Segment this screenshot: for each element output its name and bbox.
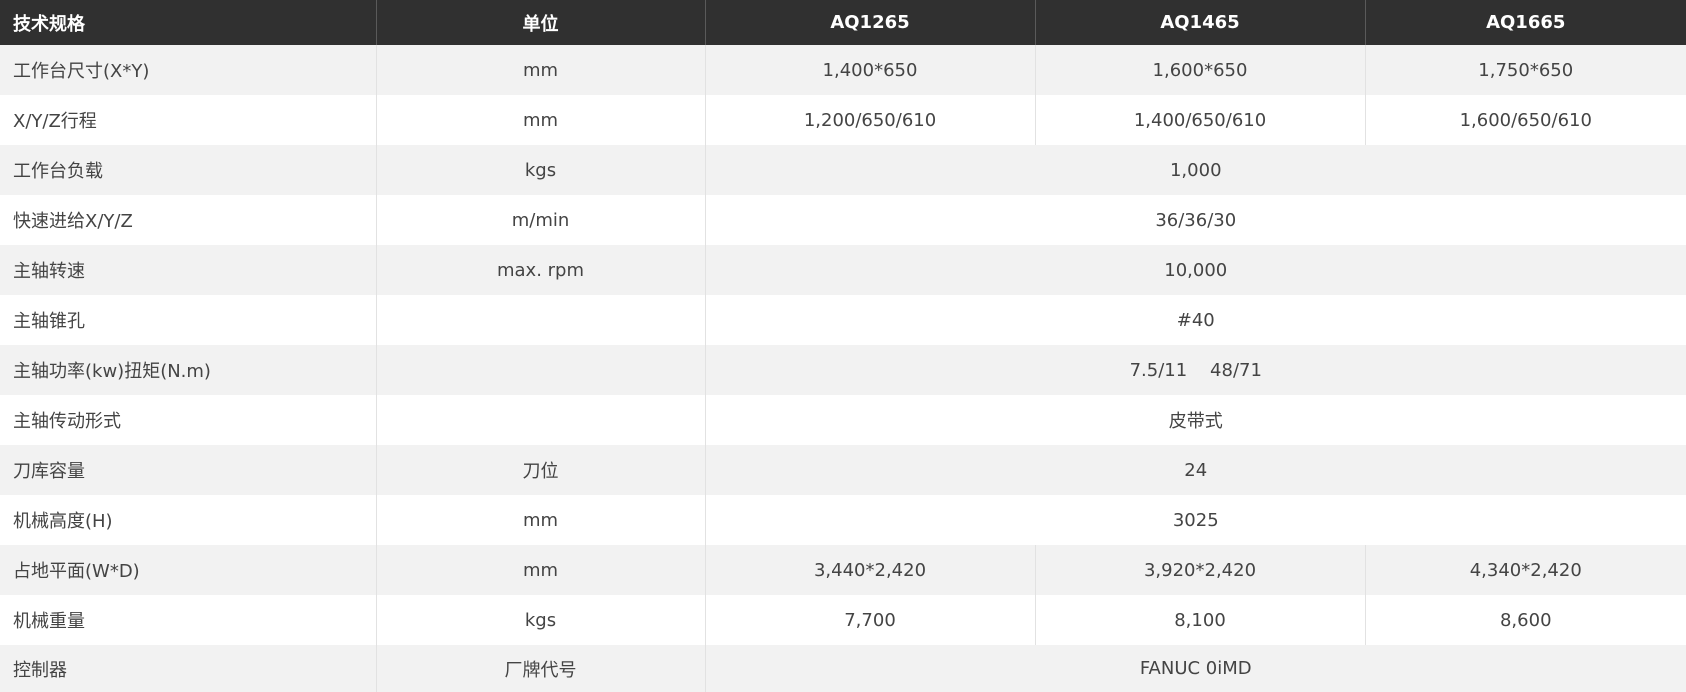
row-unit: max. rpm	[375, 245, 705, 295]
row-value-aq1465: 8,100	[1034, 595, 1365, 645]
table-row: 控制器 厂牌代号 FANUC 0iMD	[0, 645, 1686, 692]
row-label: 快速进给X/Y/Z	[0, 195, 376, 245]
table-row: X/Y/Z行程 mm 1,200/650/610 1,400/650/610 1…	[0, 95, 1686, 145]
row-unit: mm	[375, 545, 705, 595]
row-label: 占地平面(W*D)	[0, 545, 376, 595]
row-label: 主轴传动形式	[0, 395, 376, 445]
header-spec: 技术规格	[0, 0, 376, 45]
row-value-shared: 皮带式	[704, 395, 1686, 445]
row-value-aq1665: 4,340*2,420	[1364, 545, 1686, 595]
header-row: 技术规格 单位 AQ1265 AQ1465 AQ1665	[0, 0, 1686, 45]
row-label: 工作台尺寸(X*Y)	[0, 45, 376, 95]
row-label: 刀库容量	[0, 445, 376, 495]
row-value-aq1265: 3,440*2,420	[704, 545, 1035, 595]
row-unit: mm	[375, 95, 705, 145]
row-value-shared: 10,000	[704, 245, 1686, 295]
row-value-shared: 36/36/30	[704, 195, 1686, 245]
table-row: 主轴锥孔 #40	[0, 295, 1686, 345]
row-label: 机械高度(H)	[0, 495, 376, 545]
row-label: 主轴转速	[0, 245, 376, 295]
table-row: 占地平面(W*D) mm 3,440*2,420 3,920*2,420 4,3…	[0, 545, 1686, 595]
row-label: 主轴锥孔	[0, 295, 376, 345]
row-unit	[375, 395, 705, 445]
row-value-shared: 24	[704, 445, 1686, 495]
row-value-aq1665: 8,600	[1364, 595, 1686, 645]
row-label: 工作台负载	[0, 145, 376, 195]
row-label: X/Y/Z行程	[0, 95, 376, 145]
table-row: 机械高度(H) mm 3025	[0, 495, 1686, 545]
row-value-aq1665: 1,600/650/610	[1364, 95, 1686, 145]
header-unit: 单位	[375, 0, 705, 45]
table-row: 机械重量 kgs 7,700 8,100 8,600	[0, 595, 1686, 645]
row-value-aq1265: 7,700	[704, 595, 1035, 645]
table-row: 快速进给X/Y/Z m/min 36/36/30	[0, 195, 1686, 245]
row-value-shared: FANUC 0iMD	[704, 645, 1686, 692]
row-unit: m/min	[375, 195, 705, 245]
row-value-shared: #40	[704, 295, 1686, 345]
header-model-aq1465: AQ1465	[1034, 0, 1365, 45]
row-value-shared: 3025	[704, 495, 1686, 545]
row-value-aq1665: 1,750*650	[1364, 45, 1686, 95]
row-unit: kgs	[375, 595, 705, 645]
row-unit	[375, 345, 705, 395]
row-label: 机械重量	[0, 595, 376, 645]
table-row: 主轴转速 max. rpm 10,000	[0, 245, 1686, 295]
row-value-aq1265: 1,200/650/610	[704, 95, 1035, 145]
spec-table: 技术规格 单位 AQ1265 AQ1465 AQ1665 工作台尺寸(X*Y) …	[0, 0, 1686, 692]
row-label: 控制器	[0, 645, 376, 692]
row-unit: kgs	[375, 145, 705, 195]
row-unit: mm	[375, 495, 705, 545]
row-unit: 厂牌代号	[375, 645, 705, 692]
header-model-aq1665: AQ1665	[1364, 0, 1686, 45]
table-row: 工作台尺寸(X*Y) mm 1,400*650 1,600*650 1,750*…	[0, 45, 1686, 95]
row-unit: mm	[375, 45, 705, 95]
row-value-aq1265: 1,400*650	[704, 45, 1035, 95]
row-label: 主轴功率(kw)扭矩(N.m)	[0, 345, 376, 395]
table-row: 工作台负载 kgs 1,000	[0, 145, 1686, 195]
row-value-aq1465: 1,600*650	[1034, 45, 1365, 95]
row-unit: 刀位	[375, 445, 705, 495]
header-model-aq1265: AQ1265	[704, 0, 1035, 45]
row-value-shared: 7.5/11 48/71	[704, 345, 1686, 395]
table-row: 刀库容量 刀位 24	[0, 445, 1686, 495]
row-unit	[375, 295, 705, 345]
row-value-aq1465: 3,920*2,420	[1034, 545, 1365, 595]
row-value-shared: 1,000	[704, 145, 1686, 195]
table-row: 主轴传动形式 皮带式	[0, 395, 1686, 445]
row-value-aq1465: 1,400/650/610	[1034, 95, 1365, 145]
table-row: 主轴功率(kw)扭矩(N.m) 7.5/11 48/71	[0, 345, 1686, 395]
